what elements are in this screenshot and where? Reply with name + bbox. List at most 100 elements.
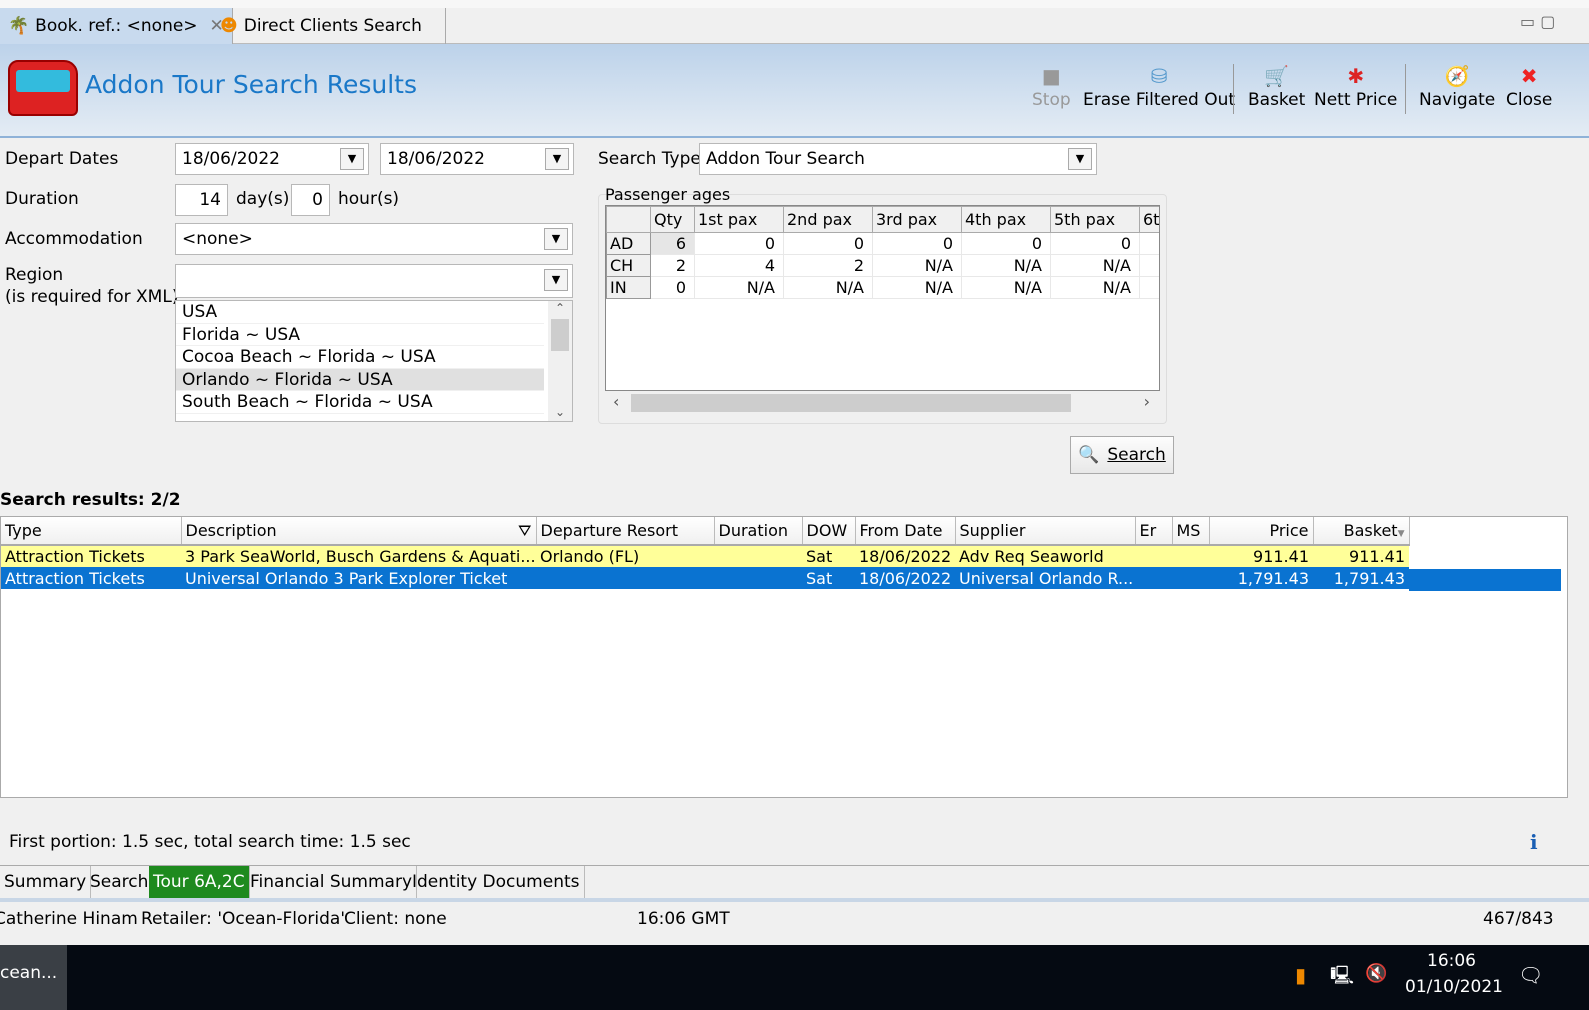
age-cell[interactable]: N/A (783, 276, 873, 299)
page-title: Addon Tour Search Results (85, 70, 417, 99)
qty-cell[interactable]: 0 (650, 276, 695, 299)
col-duration[interactable]: Duration (714, 517, 803, 546)
age-cell[interactable]: N/A (872, 254, 962, 277)
scroll-left-icon[interactable]: ‹ (613, 392, 619, 411)
region-option[interactable]: Florida ~ USA (176, 324, 544, 346)
age-cell[interactable]: N/A (961, 254, 1051, 277)
cell-price: 1,791.43 (1209, 567, 1313, 589)
passenger-hscrollbar[interactable]: ‹ › (605, 392, 1160, 414)
app-tray-icon[interactable]: ▮ (1295, 963, 1306, 987)
chevron-down-icon[interactable]: ▼ (340, 148, 364, 170)
chevron-down-icon[interactable]: ▼ (545, 148, 569, 170)
bottom-tab-identity-documents[interactable]: Identity Documents (408, 866, 585, 898)
col-ms[interactable]: MS (1172, 517, 1210, 546)
cell-basket: 911.41 (1313, 545, 1409, 567)
age-cell[interactable]: N/A (872, 276, 962, 299)
col-basket[interactable]: Basket▼ (1313, 517, 1410, 546)
age-cell[interactable]: N/A (1050, 254, 1140, 277)
cell-ms (1172, 545, 1209, 567)
clock-time[interactable]: 16:06 (1427, 951, 1476, 971)
region-note: (is required for XML) (5, 287, 179, 307)
selected-row-fill (1409, 569, 1561, 591)
hours-input[interactable]: 0 (291, 184, 330, 216)
clock-date[interactable]: 01/10/2021 (1405, 977, 1503, 997)
nett-price-button[interactable]: ✱ Nett Price (1314, 62, 1397, 110)
col-description[interactable]: Description ⛛ (181, 517, 537, 546)
age-cell[interactable]: 4 (694, 254, 784, 277)
age-cell[interactable]: 2 (783, 254, 873, 277)
col-dow[interactable]: DOW (802, 517, 856, 546)
results-table[interactable]: Type Description ⛛ Departure Resort Durat… (0, 516, 1568, 798)
scroll-thumb[interactable] (551, 319, 569, 351)
col-departure-resort[interactable]: Departure Resort (536, 517, 715, 546)
col-supplier[interactable]: Supplier (955, 517, 1136, 546)
row-header: AD (606, 232, 651, 255)
col-description-label: Description (185, 520, 277, 540)
region-option-selected[interactable]: Orlando ~ Florida ~ USA (176, 368, 544, 391)
region-list[interactable]: USA Florida ~ USA Cocoa Beach ~ Florida … (175, 300, 573, 422)
scroll-right-icon[interactable]: › (1144, 392, 1150, 411)
network-icon[interactable]: 🖳 (1330, 963, 1354, 993)
qty-cell[interactable]: 2 (650, 254, 695, 277)
close-button[interactable]: ✖ Close (1506, 62, 1552, 110)
status-count: 467/843 (1483, 909, 1554, 929)
col-from-date[interactable]: From Date (855, 517, 956, 546)
age-cell[interactable]: 0 (961, 232, 1051, 255)
region-option[interactable]: Cocoa Beach ~ Florida ~ USA (176, 346, 544, 369)
notifications-icon[interactable]: 🗨 (1518, 963, 1543, 987)
age-cell[interactable]: N/A (961, 276, 1051, 299)
search-type-select[interactable]: Addon Tour Search ▼ (699, 143, 1097, 175)
days-input[interactable]: 14 (175, 184, 228, 216)
info-icon[interactable]: i (1530, 830, 1538, 854)
tab-direct-clients-search[interactable]: ☻ Direct Clients Search (212, 8, 446, 44)
passenger-ages-grid[interactable]: Qty 1st pax 2nd pax 3rd pax 4th pax 5th pax 6t… (605, 205, 1160, 391)
duration-label: Duration (5, 189, 79, 209)
basket-button[interactable]: 🛒 Basket (1248, 62, 1305, 110)
scroll-up-icon[interactable]: ⌃ (548, 301, 572, 315)
tab-booking[interactable]: 🌴 Book. ref.: <none> ✕ (0, 8, 233, 44)
search-button[interactable]: 🔍 Search (1070, 436, 1174, 474)
pax-row-in: IN 0 N/A N/A N/A N/A N/A (606, 276, 1159, 299)
days-unit: day(s) (236, 189, 290, 209)
col-type[interactable]: Type (1, 517, 182, 546)
chevron-down-icon[interactable]: ▼ (544, 228, 568, 250)
age-cell[interactable]: 0 (1050, 232, 1140, 255)
navigate-button[interactable]: 🧭 Navigate (1419, 62, 1495, 110)
bottom-tab-summary[interactable]: Summary (0, 866, 92, 898)
region-scrollbar[interactable]: ⌃ ⌄ (548, 301, 572, 421)
col-er[interactable]: Er (1135, 517, 1173, 546)
date-from-picker[interactable]: 18/06/2022 ▼ (175, 143, 369, 175)
date-to-picker[interactable]: 18/06/2022 ▼ (380, 143, 574, 175)
age-cell[interactable]: N/A (1050, 276, 1140, 299)
cell-type: Attraction Tickets (1, 567, 181, 589)
filter-icon[interactable]: ⛛ (518, 521, 531, 541)
bottom-tab-search[interactable]: Search (86, 866, 154, 898)
erase-filtered-out-button[interactable]: ⛁ Erase Filtered Out (1083, 62, 1235, 110)
age-cell[interactable]: N/A (694, 276, 784, 299)
results-header: Type Description ⛛ Departure Resort Durat… (1, 517, 1410, 546)
accommodation-select[interactable]: <none> ▼ (175, 223, 573, 255)
bottom-tab-financial-summary[interactable]: Financial Summary (246, 866, 417, 898)
stop-button[interactable]: ■ Stop (1032, 62, 1071, 110)
volume-muted-icon[interactable]: 🔇 (1365, 963, 1387, 984)
age-cell[interactable]: 0 (783, 232, 873, 255)
col-price[interactable]: Price (1209, 517, 1314, 546)
scroll-thumb[interactable] (631, 394, 1071, 412)
region-option[interactable]: USA (176, 301, 544, 324)
region-input[interactable]: ▼ (175, 264, 573, 298)
col-header: 4th pax (961, 206, 1051, 233)
hours-unit: hour(s) (338, 189, 400, 209)
row-header: CH (606, 254, 651, 277)
qty-cell[interactable]: 6 (650, 232, 695, 255)
table-row[interactable]: Attraction Tickets 3 Park SeaWorld, Busch… (1, 545, 1409, 567)
bottom-tab-tour[interactable]: Tour 6A,2C (149, 866, 250, 898)
taskbar-app-button[interactable]: cean... (0, 945, 67, 1010)
chevron-down-icon[interactable]: ▼ (544, 269, 568, 291)
age-cell[interactable]: 0 (872, 232, 962, 255)
window-controls[interactable]: ▭ ▢ (1520, 12, 1555, 31)
region-option[interactable]: South Beach ~ Florida ~ USA (176, 391, 544, 414)
age-cell[interactable]: 0 (694, 232, 784, 255)
table-row-selected[interactable]: Attraction Tickets Universal Orlando 3 Pa… (1, 567, 1409, 589)
scroll-down-icon[interactable]: ⌄ (548, 405, 572, 419)
chevron-down-icon[interactable]: ▼ (1068, 148, 1092, 170)
